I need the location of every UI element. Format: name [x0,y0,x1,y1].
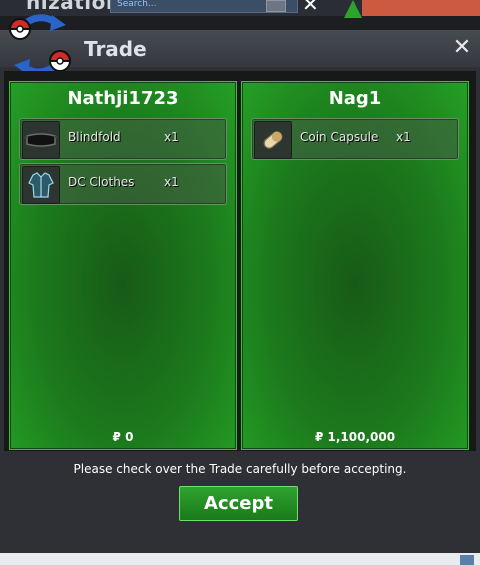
left-player-name: Nathji1723 [67,88,179,109]
coin-capsule-icon [254,121,292,159]
item-quantity: x1 [164,130,179,144]
trade-panels: Nathji1723 Blindfold x1 DC Clothes x1 ₽ … [4,71,476,451]
window-title: Trade [84,37,147,61]
trade-window: Trade ✕ Nathji1723 Blindfold x1 DC Cloth… [0,14,480,554]
tree-sprite [344,0,362,18]
background-search-button[interactable] [266,0,286,12]
background-close-icon[interactable]: ✕ [302,0,319,16]
left-trade-panel: Nathji1723 Blindfold x1 DC Clothes x1 ₽ … [9,81,237,450]
background-bottom-strip [0,553,480,565]
blindfold-icon [22,121,60,159]
minimap-icon[interactable] [460,555,474,565]
close-button[interactable]: ✕ [451,36,473,60]
item-name: Blindfold [68,130,121,144]
item-quantity: x1 [164,175,179,189]
clothes-icon [22,166,60,204]
item-quantity: x1 [396,130,411,144]
background-terrain [362,0,480,16]
trade-notice: Please check over the Trade carefully be… [73,462,407,476]
right-money: ₽ 1,100,000 [314,430,396,444]
trade-item[interactable]: Blindfold x1 [19,118,227,160]
trade-item[interactable]: Coin Capsule x1 [251,118,459,160]
item-name: DC Clothes [68,175,135,189]
right-trade-panel: Nag1 Coin Capsule x1 ₽ 1,100,000 [241,81,469,450]
trade-item[interactable]: DC Clothes x1 [19,163,227,205]
accept-button[interactable]: Accept [179,486,298,521]
right-player-name: Nag1 [328,88,382,109]
left-money: ₽ 0 [112,430,134,444]
item-name: Coin Capsule [300,130,379,144]
